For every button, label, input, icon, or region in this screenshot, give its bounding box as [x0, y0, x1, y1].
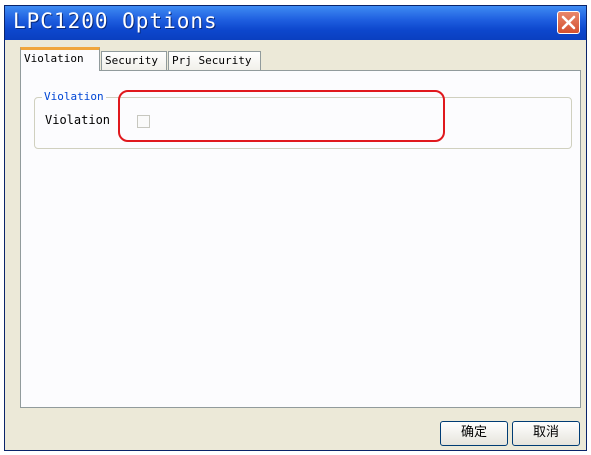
violation-label: Violation [45, 113, 111, 127]
highlight-annotation [118, 90, 445, 142]
tab-violation[interactable]: Violation [20, 47, 100, 71]
title-bar[interactable]: LPC1200 Options [5, 6, 586, 40]
ok-button[interactable]: 确定 [440, 421, 508, 446]
tab-prj-security[interactable]: Prj Security [168, 51, 261, 70]
window-title: LPC1200 Options [13, 9, 218, 33]
tab-security[interactable]: Security [101, 51, 167, 70]
cancel-button[interactable]: 取消 [512, 421, 580, 446]
close-icon [561, 15, 576, 30]
groupbox-legend: Violation [42, 90, 106, 103]
close-button[interactable] [557, 11, 580, 34]
